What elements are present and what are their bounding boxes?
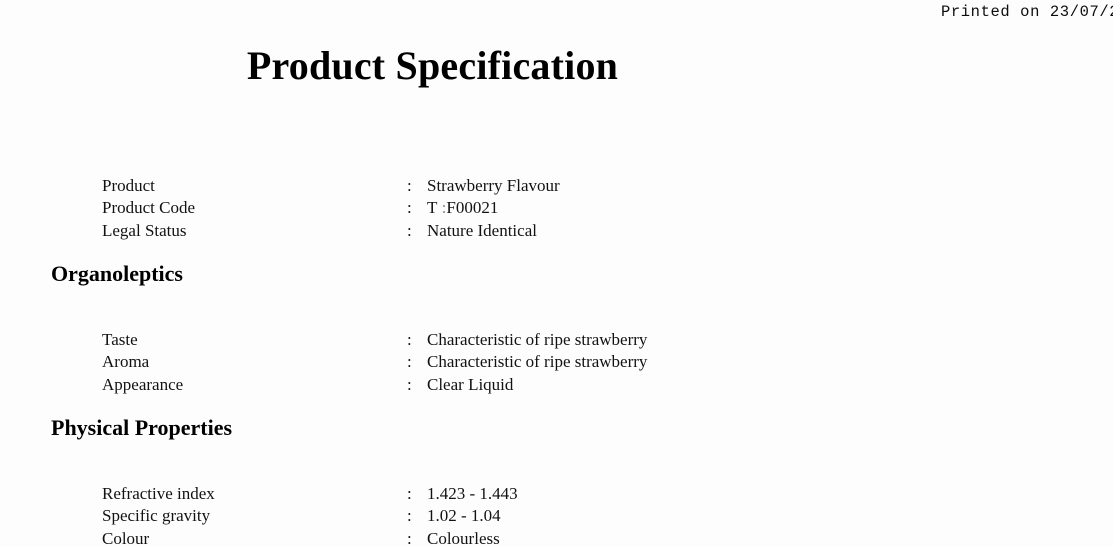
spec-label: Refractive index bbox=[102, 484, 215, 503]
spec-value: Characteristic of ripe strawberry bbox=[427, 330, 648, 349]
page-title: Product Specification bbox=[246, 43, 619, 88]
spec-label: Product Code bbox=[102, 198, 196, 218]
spec-row: Aroma : Characteristic of ripe strawberr… bbox=[0, 352, 1113, 374]
spec-row: Refractive index : 1.423 - 1.443 bbox=[0, 484, 1113, 506]
spec-colon: : bbox=[407, 352, 412, 372]
spec-label: Legal Status bbox=[102, 220, 187, 240]
spec-colon: : bbox=[407, 198, 412, 218]
spec-value-product-code: T :F00021 bbox=[427, 198, 498, 218]
spec-row: Colour : Colourless bbox=[0, 529, 1113, 547]
spec-colon: : bbox=[407, 506, 412, 526]
spec-colon: : bbox=[407, 484, 412, 503]
spec-value: Strawberry Flavour bbox=[427, 176, 560, 195]
spec-label: Appearance bbox=[102, 374, 184, 394]
spec-colon: : bbox=[407, 528, 412, 547]
spec-block-organoleptics: Taste : Characteristic of ripe strawberr… bbox=[0, 330, 1113, 397]
printed-on-text: Printed on 23/07/200 bbox=[940, 3, 1113, 21]
spec-row: Product Code : T :F00021 bbox=[0, 198, 1113, 220]
spec-label: Aroma bbox=[102, 352, 150, 372]
spec-label: Colour bbox=[102, 528, 150, 547]
spec-label: Product bbox=[102, 176, 155, 195]
spec-colon: : bbox=[407, 220, 412, 240]
spec-row: Specific gravity : 1.02 - 1.04 bbox=[0, 506, 1113, 528]
spec-row: Legal Status : Nature Identical bbox=[0, 221, 1113, 243]
spec-colon: : bbox=[407, 330, 412, 349]
spec-block-physical-properties: Refractive index : 1.423 - 1.443 Specifi… bbox=[0, 484, 1113, 547]
spec-colon: : bbox=[407, 374, 412, 394]
spec-value: Colourless bbox=[427, 528, 500, 547]
spec-value: Clear Liquid bbox=[427, 374, 514, 394]
product-code-prefix: T bbox=[427, 198, 438, 218]
spec-row: Product : Strawberry Flavour bbox=[0, 176, 1113, 198]
section-heading-physical-properties: Physical Properties bbox=[51, 415, 233, 440]
product-code-suffix: F00021 bbox=[446, 198, 499, 218]
spec-colon: : bbox=[407, 176, 412, 195]
spec-label: Specific gravity bbox=[102, 506, 211, 526]
spec-row: Appearance : Clear Liquid bbox=[0, 375, 1113, 397]
spec-block-identity: Product : Strawberry Flavour Product Cod… bbox=[0, 176, 1113, 243]
spec-value: 1.423 - 1.443 bbox=[427, 484, 518, 503]
section-heading-organoleptics: Organoleptics bbox=[51, 261, 183, 286]
spec-value: Nature Identical bbox=[427, 220, 537, 240]
document-page: Printed on 23/07/200 Product Specificati… bbox=[0, 0, 1113, 547]
spec-row: Taste : Characteristic of ripe strawberr… bbox=[0, 330, 1113, 352]
spec-label: Taste bbox=[102, 330, 138, 349]
spec-value: Characteristic of ripe strawberry bbox=[427, 352, 648, 372]
printed-on-header: Printed on 23/07/200 bbox=[0, 3, 1113, 21]
spec-value: 1.02 - 1.04 bbox=[427, 506, 501, 526]
